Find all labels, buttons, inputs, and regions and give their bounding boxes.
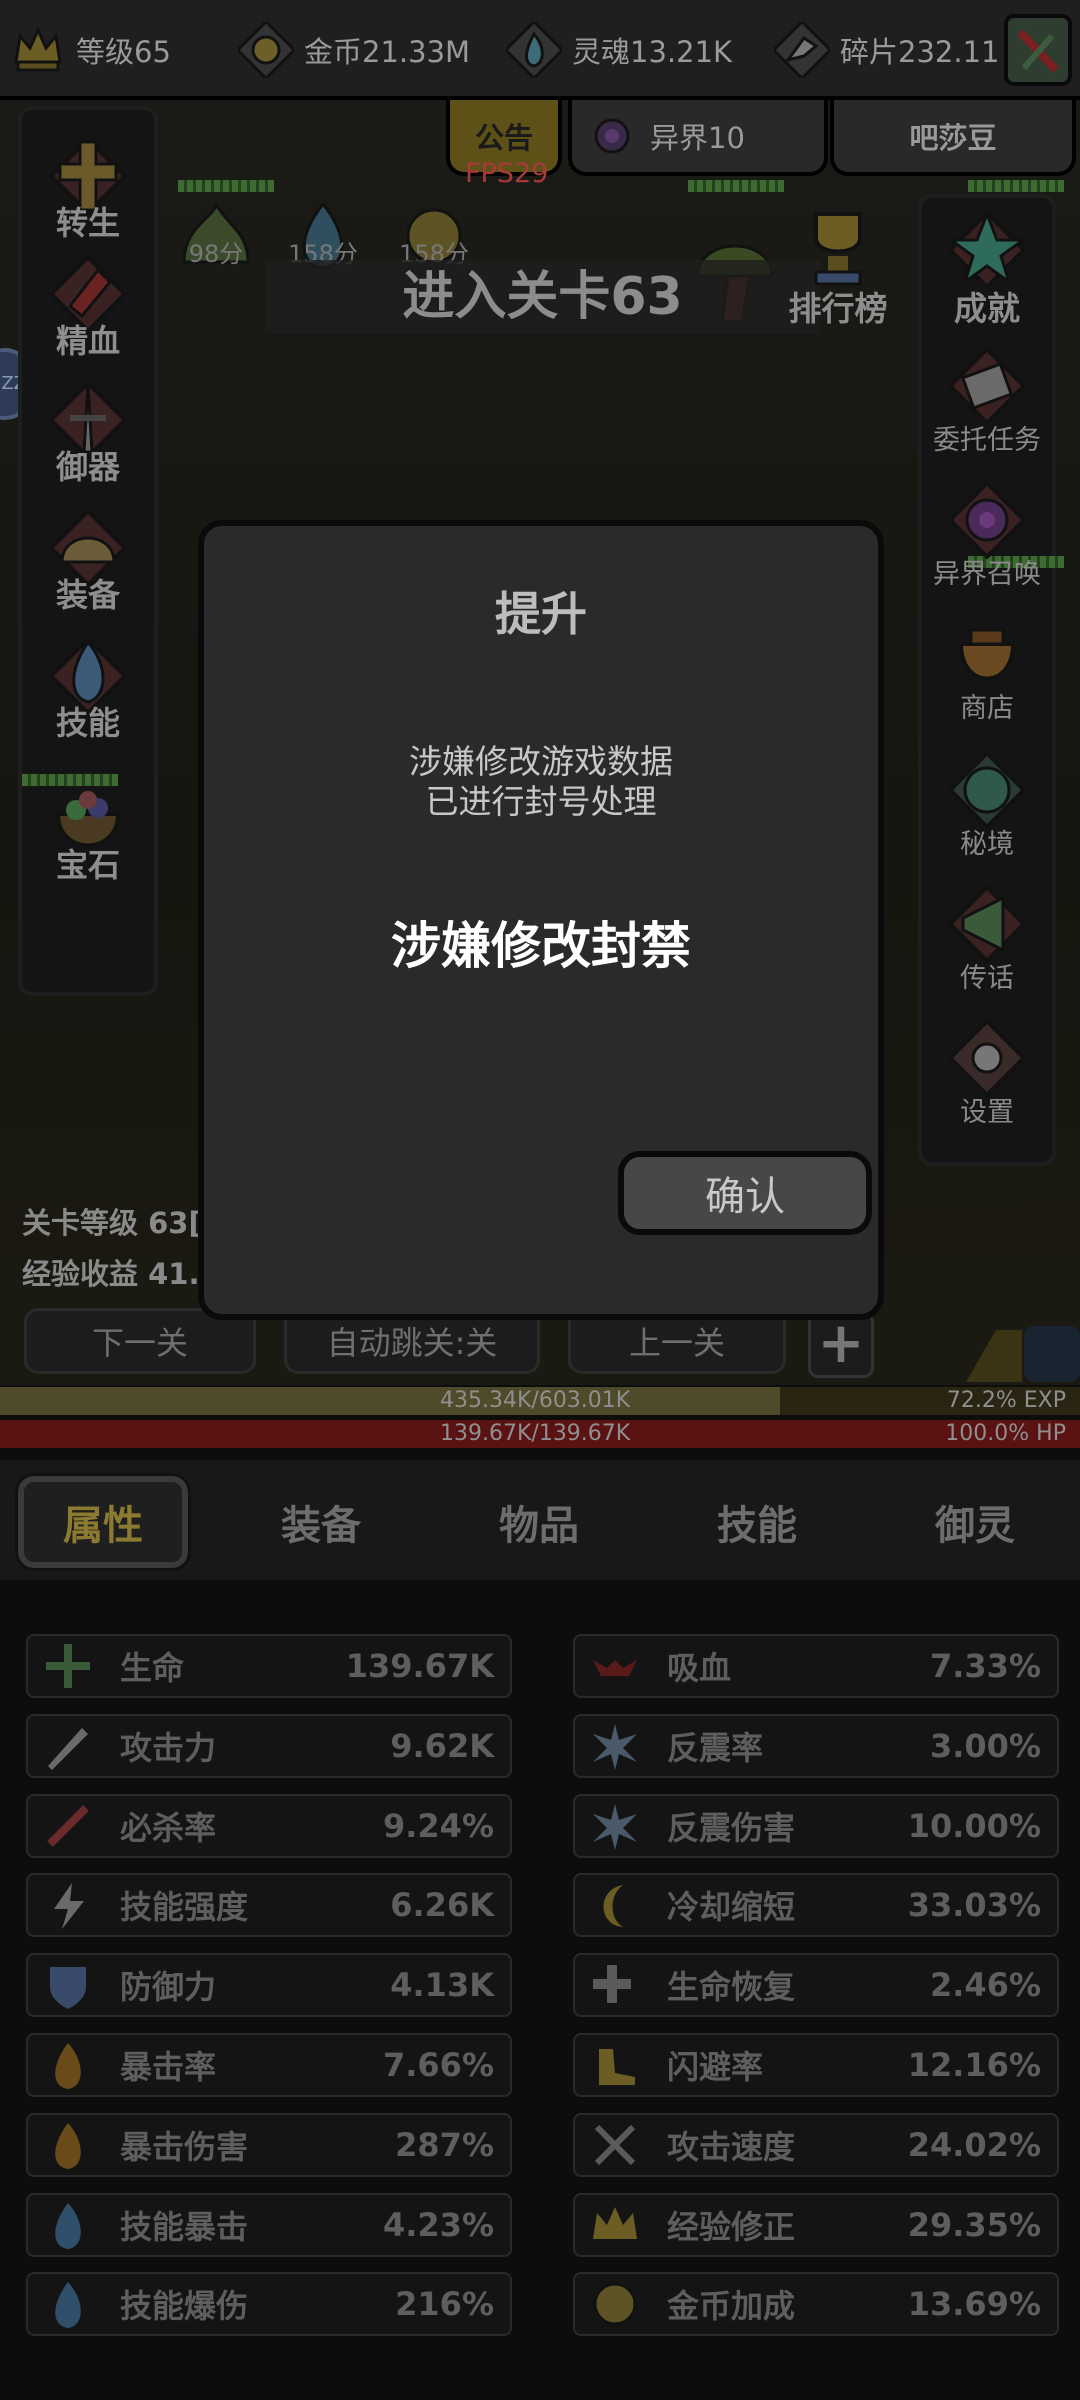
ban-status-text: 涉嫌修改封禁 [391,917,691,975]
dialog-title: 提升 [495,587,587,641]
dialog-message: 涉嫌修改游戏数据 已进行封号处理 [409,742,673,821]
ban-dialog: 提升 涉嫌修改游戏数据 已进行封号处理 涉嫌修改封禁 确认 [198,520,884,1320]
confirm-button[interactable]: 确认 [618,1151,872,1235]
